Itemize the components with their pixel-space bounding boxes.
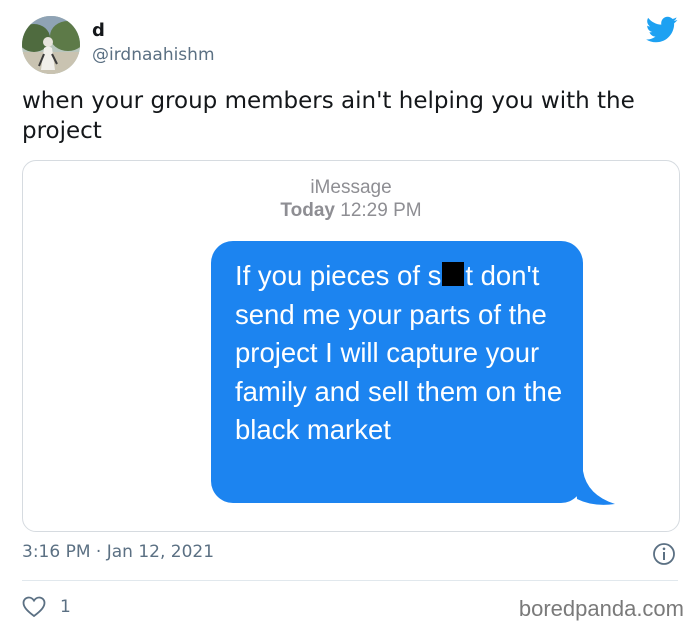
imessage-time-label: 12:29 PM bbox=[340, 200, 422, 221]
imessage-day-label: Today bbox=[280, 200, 335, 221]
watermark: boredpanda.com bbox=[518, 596, 684, 621]
avatar[interactable] bbox=[22, 16, 80, 74]
divider bbox=[22, 580, 678, 581]
info-icon[interactable] bbox=[652, 542, 676, 566]
display-name[interactable]: d bbox=[92, 20, 105, 41]
avatar-image bbox=[22, 16, 80, 74]
twitter-bird-icon[interactable] bbox=[646, 16, 678, 44]
imessage-header: iMessage Today 12:29 PM bbox=[23, 177, 679, 223]
tweet-text: when your group members ain't helping yo… bbox=[22, 88, 635, 144]
message-text: If you pieces of st don't send me your p… bbox=[235, 257, 585, 450]
imessage-timestamp: Today 12:29 PM bbox=[23, 199, 679, 223]
user-handle[interactable]: @irdnaahishm bbox=[92, 45, 215, 65]
message-text-part-1: If you pieces of s bbox=[235, 260, 442, 291]
like-count: 1 bbox=[60, 597, 71, 617]
heart-icon[interactable] bbox=[22, 596, 46, 618]
redaction-block bbox=[442, 262, 465, 286]
message-bubble: If you pieces of st don't send me your p… bbox=[211, 241, 583, 503]
tweet-timestamp[interactable]: 3:16 PM · Jan 12, 2021 bbox=[22, 542, 214, 562]
tweet-media-image[interactable]: iMessage Today 12:29 PM If you pieces of… bbox=[22, 160, 680, 532]
imessage-service-label: iMessage bbox=[310, 177, 392, 198]
